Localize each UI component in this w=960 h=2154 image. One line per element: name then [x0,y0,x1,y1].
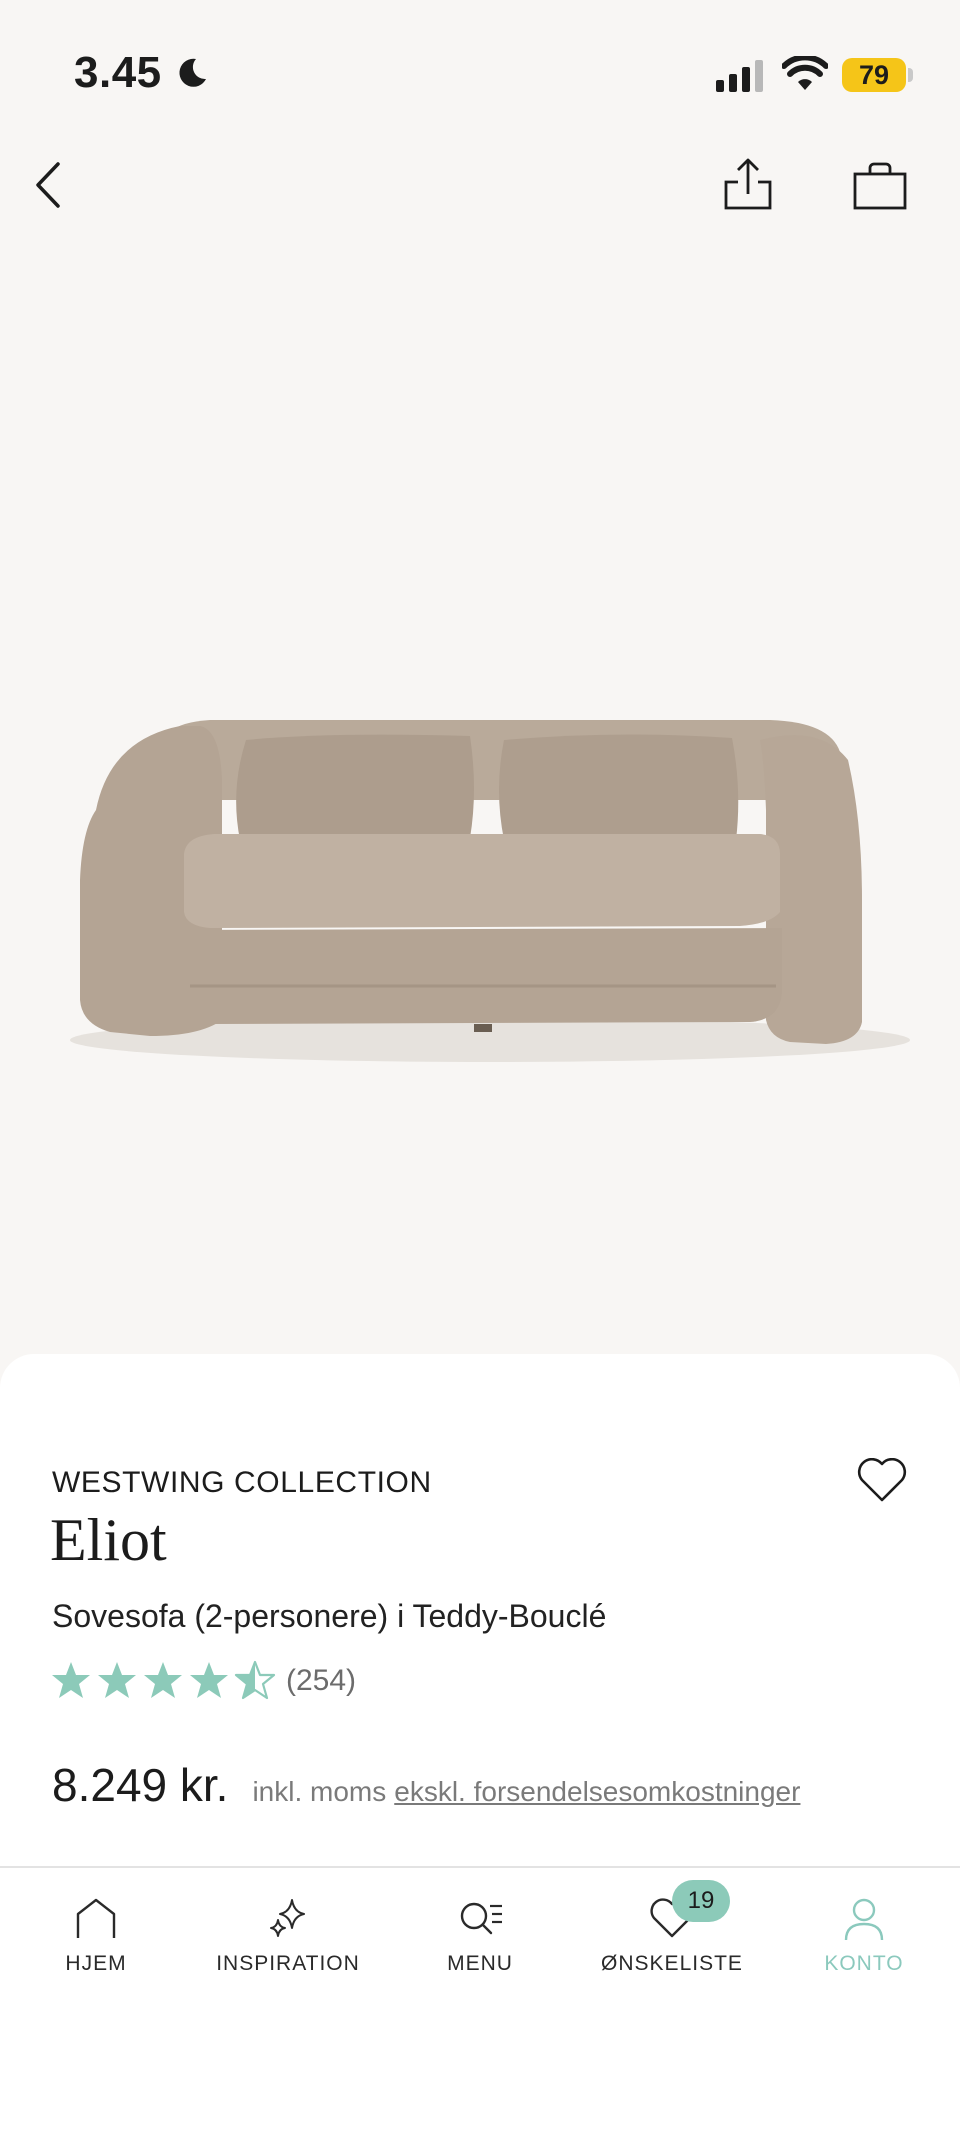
review-count[interactable]: (254) [286,1664,356,1698]
shopping-bag-icon[interactable] [852,160,908,210]
nav-item-inspiration[interactable]: INSPIRATION [192,1888,384,1998]
status-bar: 3.45 79 [0,0,960,150]
battery-level: 79 [858,59,890,90]
nav-label-home: HJEM [65,1952,127,1975]
search-menu-icon [460,1902,502,1935]
nav-item-menu[interactable]: MENU [384,1888,576,1998]
star-full-icon [190,1662,228,1698]
star-full-icon [52,1662,90,1698]
product-image-sofa[interactable] [0,640,960,1100]
user-icon [844,1898,884,1941]
wifi-icon [782,56,828,90]
product-rating[interactable]: (254) [50,1660,356,1702]
battery-tip [908,68,913,82]
product-name: Eliot [50,1507,167,1573]
clock-text: 3.45 [74,48,162,97]
star-half-icon [234,1660,276,1700]
nav-item-account[interactable]: KONTO [768,1888,960,1998]
nav-label-account: KONTO [824,1952,904,1975]
product-brand[interactable]: WESTWING COLLECTION [52,1466,432,1500]
nav-label-wishlist: ØNSKELISTE [601,1952,743,1975]
product-price: 8.249 kr. [52,1759,229,1811]
share-icon[interactable] [718,156,778,212]
signal-icon [716,60,763,92]
home-icon [76,1898,116,1938]
nav-label-inspiration: INSPIRATION [216,1952,360,1975]
back-arrow-icon[interactable] [28,158,68,212]
star-full-icon [98,1662,136,1698]
battery-icon: 79 [842,58,906,92]
product-subtitle: Sovesofa (2-personere) i Teddy-Bouclé [52,1598,607,1634]
star-full-icon [144,1662,182,1698]
sparkles-icon [270,1899,305,1937]
status-time: 3.45 [74,48,210,98]
wishlist-count-badge: 19 [672,1880,730,1922]
price-vat-note: inkl. moms [252,1776,387,1807]
nav-item-home[interactable]: HJEM [0,1888,192,1998]
moon-icon [179,58,206,87]
nav-label-menu: MENU [447,1952,513,1975]
price-row: 8.249 kr. inkl. moms ekskl. forsendelses… [52,1758,800,1812]
add-to-wishlist-heart-icon[interactable] [856,1458,908,1504]
shipping-costs-link[interactable]: ekskl. forsendelsesomkostninger [394,1776,800,1808]
